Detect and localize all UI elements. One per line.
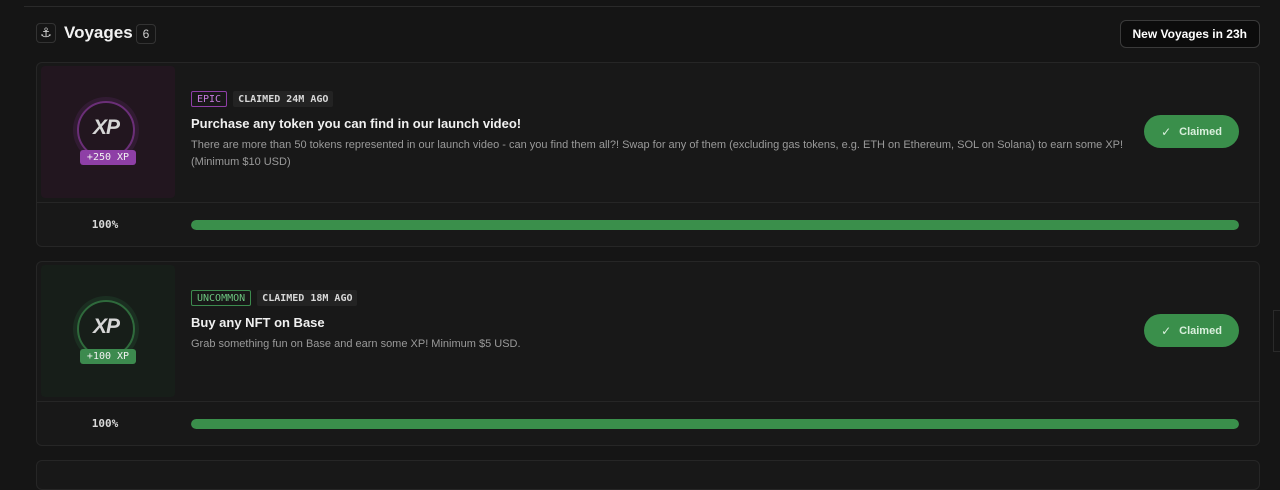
progress-fill <box>191 419 1239 429</box>
progress-percent: 100% <box>91 218 119 231</box>
section-title: Voyages <box>64 23 133 42</box>
voyage-description: There are more than 50 tokens represente… <box>191 139 1124 168</box>
claimed-button-label: Claimed <box>1179 324 1222 337</box>
claimed-button[interactable]: ✓ Claimed <box>1144 314 1239 347</box>
voyage-tags: UNCOMMON CLAIMED 18M AGO <box>191 290 358 306</box>
claimed-button[interactable]: ✓ Claimed <box>1144 115 1239 148</box>
voyage-title: Buy any NFT on Base <box>191 315 325 330</box>
rarity-tag: UNCOMMON <box>191 290 252 306</box>
scroll-edge <box>1273 310 1280 352</box>
check-icon: ✓ <box>1161 124 1172 139</box>
progress-bar <box>191 220 1239 230</box>
xp-reward-tile: XP +250 XP <box>41 66 175 198</box>
check-icon: ✓ <box>1161 323 1172 338</box>
voyage-card: XP +250 XP EPIC CLAIMED 24M AGO Purchase… <box>36 62 1260 247</box>
voyage-count-badge: 6 <box>136 24 156 44</box>
voyages-header: ⚓ Voyages 6 New Voyages in 23h <box>36 20 1260 48</box>
progress-bar <box>191 419 1239 429</box>
new-voyages-timer: New Voyages in 23h <box>1119 20 1260 48</box>
xp-logo: XP <box>92 116 120 139</box>
xp-reward-badge: +100 XP <box>80 349 136 364</box>
rarity-tag: EPIC <box>191 91 228 107</box>
voyage-title: Purchase any token you can find in our l… <box>191 116 522 131</box>
xp-logo: XP <box>92 315 120 338</box>
claimed-button-label: Claimed <box>1179 125 1222 138</box>
voyage-tags: EPIC CLAIMED 24M AGO <box>191 91 334 107</box>
xp-reward-tile: XP +100 XP <box>41 265 175 397</box>
voyage-card-partial <box>36 460 1260 490</box>
card-divider <box>37 401 1259 402</box>
anchor-icon: ⚓ <box>36 23 56 43</box>
card-divider <box>37 202 1259 203</box>
voyage-card: XP +100 XP UNCOMMON CLAIMED 18M AGO Buy … <box>36 261 1260 446</box>
progress-percent: 100% <box>91 417 119 430</box>
progress-fill <box>191 220 1239 230</box>
claimed-time-tag: CLAIMED 18M AGO <box>257 290 358 306</box>
claimed-time-tag: CLAIMED 24M AGO <box>233 91 334 107</box>
top-divider <box>24 6 1260 7</box>
xp-reward-badge: +250 XP <box>80 150 136 165</box>
voyage-description: Grab something fun on Base and earn some… <box>191 338 521 350</box>
